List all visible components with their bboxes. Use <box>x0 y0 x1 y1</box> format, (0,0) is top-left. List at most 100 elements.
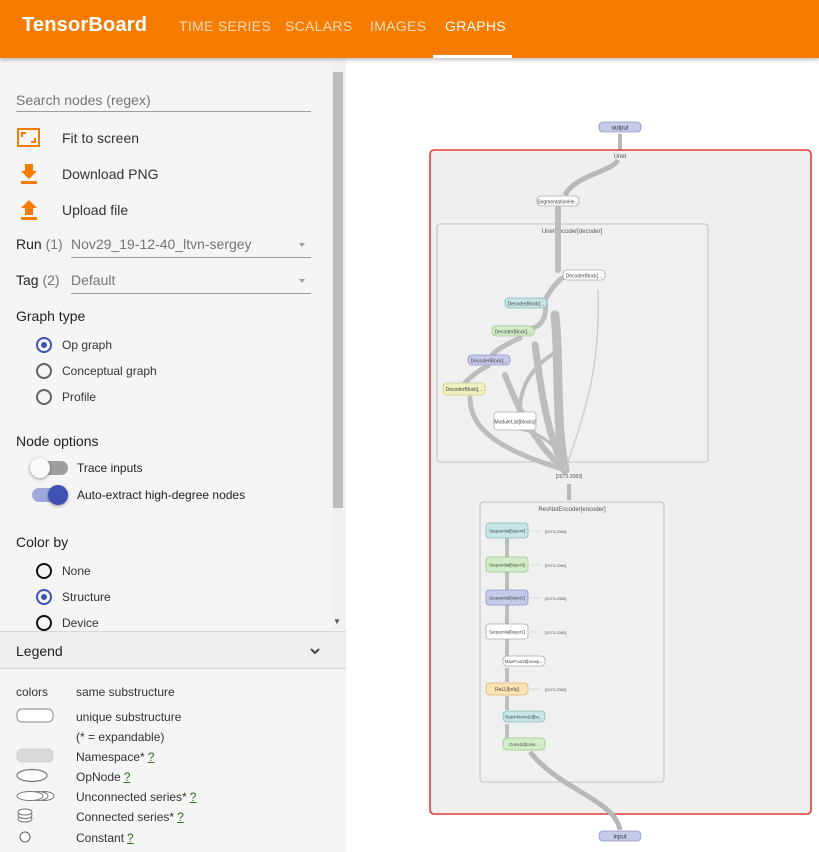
legend-constant-label: Constant <box>76 831 125 845</box>
fit-screen-icon <box>17 128 40 147</box>
fit-to-screen-label: Fit to screen <box>62 130 140 146</box>
chevron-down-icon <box>310 648 320 655</box>
run-select-value: Nov29_19-12-40_ltvn-sergey <box>71 236 252 252</box>
upload-file-button[interactable]: Upload file <box>16 198 128 222</box>
tag-label-text: Tag <box>16 272 39 288</box>
trace-inputs-toggle-thumb[interactable] <box>30 458 50 478</box>
decoder-block-1[interactable]: DecoderBlock[... <box>442 382 486 396</box>
auto-extract-label: Auto-extract high-degree nodes <box>77 488 246 502</box>
tab-images[interactable]: IMAGES <box>370 18 426 34</box>
legend-header[interactable]: Legend <box>0 631 346 669</box>
graph-canvas[interactable]: output Unet SegmentationHe... UnetDecode… <box>346 58 819 852</box>
output-node[interactable]: output <box>598 121 642 133</box>
layer2-node[interactable]: Sequential[layer2] <box>485 589 529 606</box>
scroll-down-arrow-icon[interactable]: ▼ <box>333 617 341 626</box>
legend-namespace-label: Namespace* <box>76 750 145 764</box>
legend-connected-series-label: Connected series* <box>76 810 175 824</box>
decoder-block-4-label: DecoderBlock[... <box>508 302 545 308</box>
decoder-block-5-label: DecoderBlock[... <box>566 274 603 280</box>
legend-connected-series-help[interactable]: ? <box>177 810 184 824</box>
batchnorm-label: BatchNorm2d[bn... <box>505 715 543 720</box>
dropdown-caret-icon <box>299 243 305 247</box>
input-node[interactable]: input <box>598 830 642 842</box>
decoder-block-3[interactable]: DecoderBlock[... <box>491 325 535 337</box>
tab-graphs[interactable]: GRAPHS <box>445 18 506 34</box>
module-list-label: ModuleList[blocks] <box>494 420 536 426</box>
layer1-label: Sequential[layer1] <box>489 630 525 635</box>
module-list-node[interactable]: ModuleList[blocks] <box>493 411 537 431</box>
legend-expandable-note: (* = expandable) <box>76 730 165 744</box>
color-by-title: Color by <box>16 534 69 550</box>
radio-profile[interactable] <box>36 389 52 405</box>
auto-extract-toggle-thumb[interactable] <box>48 485 68 505</box>
radio-color-device-label: Device <box>62 616 99 630</box>
radio-op-graph-label: Op graph <box>62 338 113 352</box>
decoder-block-5[interactable]: DecoderBlock[... <box>562 269 606 281</box>
download-icon <box>21 164 37 184</box>
tag-label: Tag (2) <box>16 272 60 288</box>
conv2d-node[interactable]: Conv2d[conv... <box>502 737 546 751</box>
layer1-node[interactable]: Sequential[layer1] <box>485 623 529 640</box>
legend-unconnected-series-help[interactable]: ? <box>190 790 197 804</box>
batchnorm-node[interactable]: BatchNorm2d[bn... <box>502 710 546 723</box>
upload-file-label: Upload file <box>62 202 129 218</box>
trace-inputs-label: Trace inputs <box>77 461 143 475</box>
legend-constant-help[interactable]: ? <box>127 831 134 845</box>
unconnected-series-swatch-icon <box>16 791 55 801</box>
segmentation-head-node[interactable]: SegmentationHe... <box>536 195 580 207</box>
run-label-text: Run <box>16 236 42 252</box>
opnode-swatch-icon <box>16 768 48 783</box>
legend-opnode: OpNode? <box>76 770 130 784</box>
legend-constant: Constant? <box>76 831 134 845</box>
tag-count: (2) <box>42 272 60 288</box>
unet-decoder-label: UnetDecoder[decoder] <box>542 229 603 235</box>
upload-icon <box>21 200 37 220</box>
legend-namespace: Namespace*? <box>76 750 154 764</box>
radio-color-structure[interactable] <box>36 589 52 605</box>
side-label-relu: [2073-2083] <box>545 687 566 692</box>
decoder-block-4[interactable]: DecoderBlock[... <box>504 297 548 309</box>
download-png-button[interactable]: Download PNG <box>16 162 159 186</box>
legend-unconnected-series: Unconnected series*? <box>76 790 196 804</box>
layer3-node[interactable]: Sequential[layer3] <box>485 556 529 573</box>
download-png-label: Download PNG <box>62 166 159 182</box>
conv2d-label: Conv2d[conv... <box>509 742 539 747</box>
constant-swatch-icon <box>19 831 31 843</box>
run-select[interactable]: Nov29_19-12-40_ltvn-sergey <box>71 232 311 258</box>
maxpool-node[interactable]: MaxPool2d[maxp... <box>502 655 546 667</box>
graph-svg[interactable]: output Unet SegmentationHe... UnetDecode… <box>346 58 819 852</box>
radio-profile-label: Profile <box>62 390 97 404</box>
connected-series-swatch-icon <box>17 808 33 823</box>
legend-unique-substructure: unique substructure <box>76 710 182 724</box>
search-nodes-input[interactable] <box>16 88 311 112</box>
tag-select[interactable]: Default <box>71 268 311 294</box>
decoder-block-2[interactable]: DecoderBlock[... <box>467 354 511 366</box>
side-label-layer3: [2073-2083] <box>545 563 566 568</box>
radio-color-device[interactable] <box>36 615 52 631</box>
decoder-block-3-label: DecoderBlock[... <box>495 330 532 336</box>
sidebar-scrollbar-thumb[interactable] <box>333 72 343 508</box>
tab-scalars[interactable]: SCALARS <box>285 18 352 34</box>
legend-namespace-help[interactable]: ? <box>148 750 155 764</box>
top-app-bar: TensorBoard TIME SERIES SCALARS IMAGES G… <box>0 0 819 58</box>
tab-time-series[interactable]: TIME SERIES <box>179 18 271 34</box>
legend-opnode-help[interactable]: ? <box>124 770 131 784</box>
graph-type-title: Graph type <box>16 308 86 324</box>
legend-colors-label: colors <box>16 685 49 699</box>
layer4-label: Sequential[layer4] <box>489 529 525 534</box>
layer4-node[interactable]: Sequential[layer4] <box>485 522 529 539</box>
radio-color-none[interactable] <box>36 563 52 579</box>
run-label: Run (1) <box>16 236 63 252</box>
decoder-block-1-label: DecoderBlock[... <box>446 387 483 393</box>
side-label-layer2: [2073-2083] <box>545 596 566 601</box>
namespace-swatch-icon <box>16 748 54 763</box>
run-count: (1) <box>45 236 63 252</box>
relu-node[interactable]: ReLU[relu] <box>485 682 529 696</box>
side-label-layer4: [2073-2083] <box>545 529 566 534</box>
legend-same-substructure: same substructure <box>76 685 175 699</box>
legend-connected-series: Connected series*? <box>76 810 184 824</box>
legend-title: Legend <box>16 643 63 659</box>
fit-to-screen-button[interactable]: Fit to screen <box>16 126 139 150</box>
radio-conceptual-graph[interactable] <box>36 363 52 379</box>
radio-op-graph[interactable] <box>36 337 52 353</box>
